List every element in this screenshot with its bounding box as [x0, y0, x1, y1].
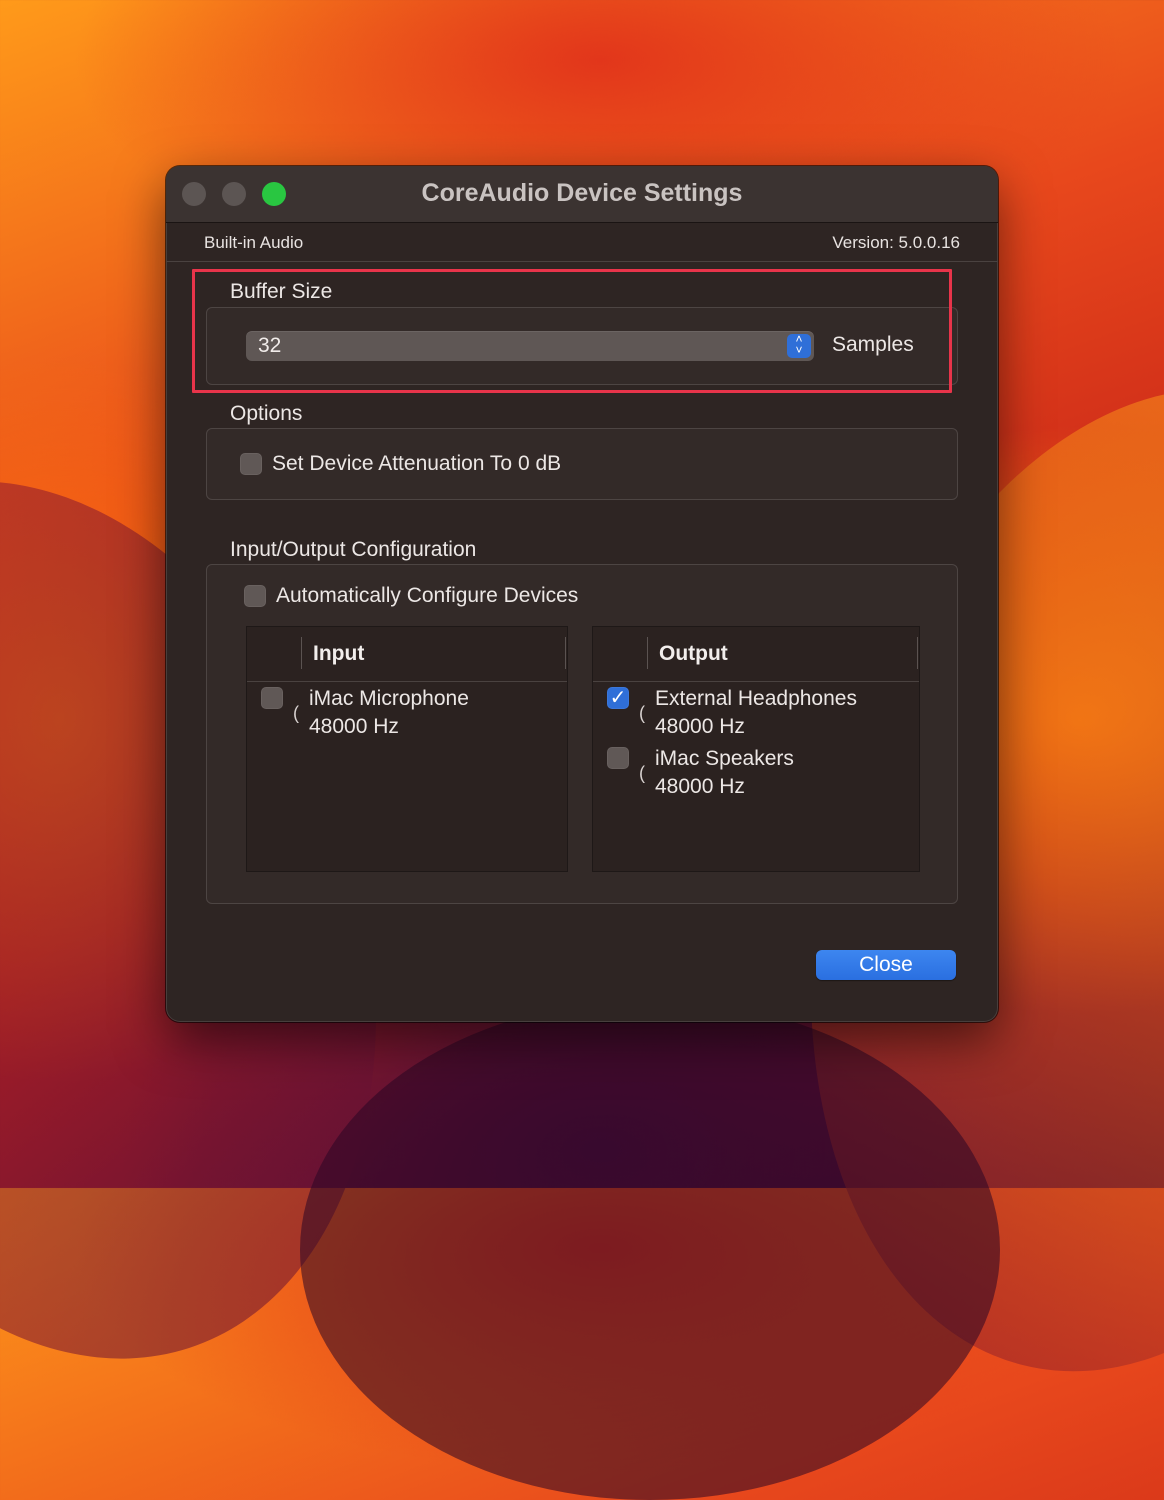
- column-separator: [301, 637, 302, 669]
- attenuation-label[interactable]: Set Device Attenuation To 0 dB: [272, 452, 561, 476]
- title-bar[interactable]: CoreAudio Device Settings: [166, 166, 998, 223]
- input-device-checkbox[interactable]: [261, 687, 283, 709]
- column-separator: [647, 637, 648, 669]
- window-title: CoreAudio Device Settings: [421, 179, 743, 207]
- version-label: Version: 5.0.0.16: [832, 233, 960, 252]
- input-device-name: iMac Microphone: [309, 687, 469, 710]
- annotation-highlight-box: [192, 269, 952, 393]
- output-table-header: Output: [593, 627, 919, 682]
- output-device-table[interactable]: Output ✓ ( External Headphones 48000 Hz …: [592, 626, 920, 872]
- column-separator: [565, 637, 566, 669]
- auto-configure-checkbox[interactable]: [244, 585, 266, 607]
- output-device-checkbox[interactable]: [607, 747, 629, 769]
- output-device-rate: 48000 Hz: [655, 715, 745, 738]
- checkmark-icon: ✓: [609, 687, 627, 709]
- wallpaper-curve: [300, 1000, 1000, 1500]
- io-config-heading: Input/Output Configuration: [230, 538, 477, 561]
- coreaudio-settings-window: CoreAudio Device Settings Built-in Audio…: [166, 166, 998, 1022]
- options-heading: Options: [230, 402, 303, 425]
- column-separator: [917, 637, 918, 669]
- input-device-rate: 48000 Hz: [309, 715, 399, 738]
- row-bracket-icon: (: [639, 703, 645, 723]
- row-bracket-icon: (: [639, 763, 645, 783]
- input-device-table[interactable]: Input ( iMac Microphone 48000 Hz: [246, 626, 568, 872]
- output-column-title[interactable]: Output: [659, 642, 728, 666]
- output-device-rate: 48000 Hz: [655, 775, 745, 798]
- close-button[interactable]: Close: [816, 950, 956, 980]
- device-info-bar: Built-in Audio Version: 5.0.0.16: [166, 223, 998, 262]
- row-bracket-icon: (: [293, 703, 299, 723]
- device-name: Built-in Audio: [204, 233, 304, 252]
- attenuation-checkbox[interactable]: [240, 453, 262, 475]
- output-device-name: External Headphones: [655, 687, 857, 710]
- output-device-checkbox-checked[interactable]: ✓: [607, 687, 629, 709]
- input-table-header: Input: [247, 627, 567, 682]
- input-column-title[interactable]: Input: [313, 642, 364, 666]
- auto-configure-label[interactable]: Automatically Configure Devices: [276, 584, 578, 608]
- output-device-name: iMac Speakers: [655, 747, 794, 770]
